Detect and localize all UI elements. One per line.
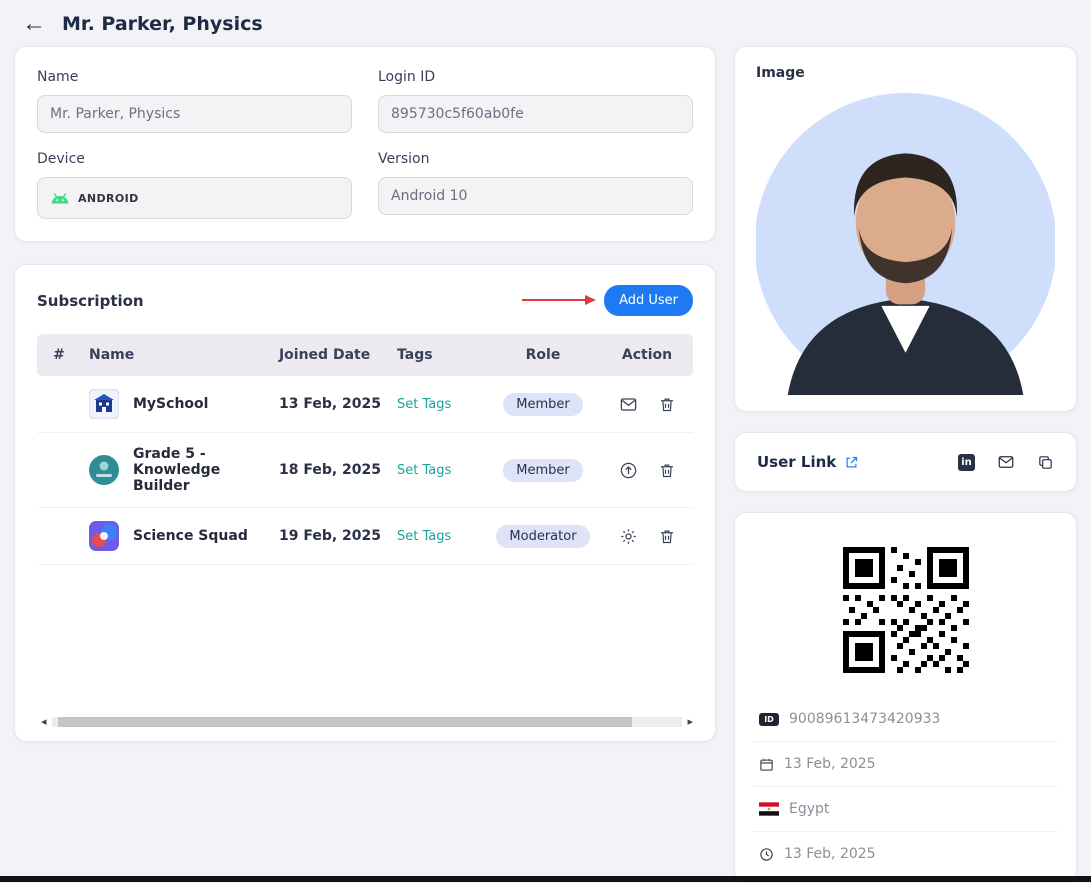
login-id-input[interactable]: [378, 95, 693, 133]
name-input[interactable]: [37, 95, 352, 133]
scroll-left-icon[interactable]: ◂: [41, 716, 47, 727]
user-link-label: User Link: [757, 453, 837, 471]
delete-icon[interactable]: [658, 527, 676, 546]
page-header: ← Mr. Parker, Physics: [0, 0, 1091, 46]
add-user-button[interactable]: Add User: [604, 285, 693, 316]
last-active-row: 13 Feb, 2025: [753, 831, 1058, 876]
role-badge: Moderator: [496, 524, 590, 548]
qr-info-card: ID 90089613473420933 13 Feb, 2025 Egypt …: [734, 512, 1077, 883]
user-id-value: 90089613473420933: [789, 711, 941, 727]
name-label: Name: [37, 69, 79, 85]
table-header-row: # Name Joined Date Tags Role Action: [37, 334, 693, 376]
version-input[interactable]: [378, 177, 693, 215]
subscription-name: Science Squad: [133, 528, 248, 544]
joined-date: 18 Feb, 2025: [270, 432, 389, 508]
avatar: [756, 93, 1055, 395]
device-label: Device: [37, 151, 85, 167]
back-arrow-icon[interactable]: ←: [22, 12, 46, 36]
country-value: Egypt: [789, 801, 830, 817]
settings-gear-icon[interactable]: [619, 527, 638, 546]
science-squad-logo: [89, 521, 119, 551]
user-link-card: User Link in: [734, 432, 1077, 492]
joined-date: 19 Feb, 2025: [270, 507, 389, 565]
image-card: Image: [734, 46, 1077, 412]
set-tags-link[interactable]: Set Tags: [397, 529, 451, 544]
external-link-icon[interactable]: [844, 455, 859, 470]
subscription-name: Grade 5 - Knowledge Builder: [133, 446, 221, 494]
col-header-role: Role: [485, 334, 601, 376]
name-field-group: Name: [37, 69, 352, 133]
login-id-label: Login ID: [378, 69, 436, 85]
device-value: ANDROID: [78, 191, 139, 205]
joined-date-row: 13 Feb, 2025: [753, 741, 1058, 786]
set-tags-link[interactable]: Set Tags: [397, 463, 451, 478]
egypt-flag-icon: [759, 802, 779, 816]
linkedin-icon[interactable]: in: [958, 453, 975, 471]
grade5-logo: [89, 455, 119, 485]
col-header-index: #: [37, 334, 81, 376]
subscription-table: # Name Joined Date Tags Role Action MySc…: [37, 334, 693, 565]
scrollbar-track[interactable]: [51, 716, 683, 727]
android-icon: [50, 192, 70, 205]
subscription-title: Subscription: [37, 291, 144, 310]
page-title: Mr. Parker, Physics: [62, 13, 263, 35]
subscription-card: Subscription Add User # Name Joined Date…: [14, 264, 716, 742]
table-row: Grade 5 - Knowledge Builder 18 Feb, 2025…: [37, 432, 693, 508]
scrollbar-thumb[interactable]: [57, 716, 632, 727]
user-link[interactable]: User Link: [757, 453, 859, 471]
subscription-name: MySchool: [133, 396, 209, 412]
user-id-row: ID 90089613473420933: [753, 697, 1058, 741]
calendar-icon: [759, 757, 774, 772]
scroll-right-icon[interactable]: ▸: [687, 716, 693, 727]
set-tags-link[interactable]: Set Tags: [397, 397, 451, 412]
upload-icon[interactable]: [619, 461, 638, 480]
login-id-field-group: Login ID: [378, 69, 693, 133]
table-row: MySchool 13 Feb, 2025 Set Tags Member: [37, 376, 693, 433]
qr-code: [834, 539, 977, 681]
delete-icon[interactable]: [658, 461, 676, 480]
device-field[interactable]: ANDROID: [37, 177, 352, 219]
bottom-edge-bar: [0, 876, 1091, 882]
joined-date: 13 Feb, 2025: [270, 376, 389, 433]
red-annotation-arrow: [522, 291, 597, 310]
id-badge-icon: ID: [759, 712, 779, 726]
image-label: Image: [756, 65, 805, 81]
version-field-group: Version: [378, 151, 693, 219]
email-icon[interactable]: [997, 453, 1015, 471]
col-header-tags: Tags: [389, 334, 485, 376]
delete-icon[interactable]: [658, 395, 676, 414]
horizontal-scrollbar[interactable]: ◂ ▸: [41, 716, 693, 727]
copy-icon[interactable]: [1037, 454, 1054, 471]
col-header-name: Name: [81, 334, 271, 376]
last-active-value: 13 Feb, 2025: [784, 846, 876, 862]
table-row: Science Squad 19 Feb, 2025 Set Tags Mode…: [37, 507, 693, 565]
col-header-joined: Joined Date: [270, 334, 389, 376]
col-header-action: Action: [601, 334, 693, 376]
myschool-logo: [88, 388, 120, 420]
user-details-card: Name Login ID Device: [14, 46, 716, 242]
role-badge: Member: [503, 458, 583, 482]
role-badge: Member: [503, 392, 583, 416]
version-label: Version: [378, 151, 430, 167]
device-field-group: Device ANDROID: [37, 151, 352, 219]
joined-date-value: 13 Feb, 2025: [784, 756, 876, 772]
message-icon[interactable]: [619, 395, 638, 414]
clock-icon: [759, 847, 774, 862]
country-row: Egypt: [753, 786, 1058, 831]
